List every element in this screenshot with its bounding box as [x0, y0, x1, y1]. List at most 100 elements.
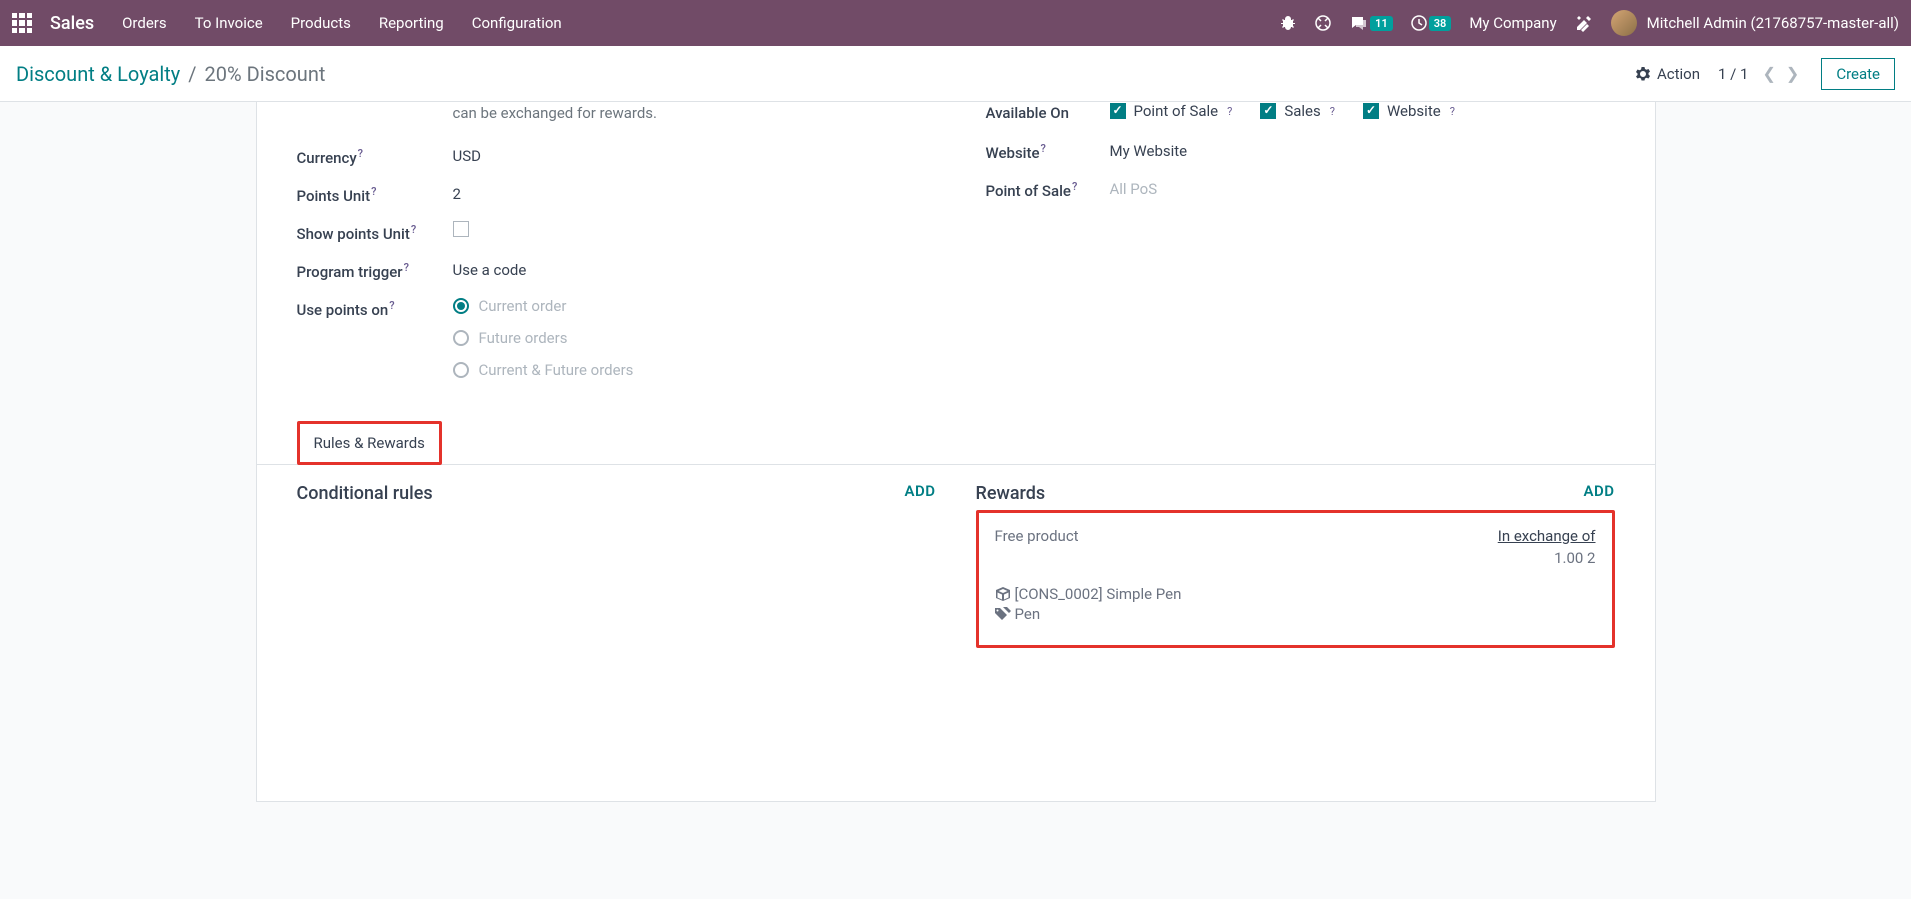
radio-future-orders[interactable]: Future orders	[453, 329, 634, 347]
field-website: Website? My Website	[986, 140, 1615, 164]
radio-label: Current & Future orders	[479, 361, 634, 379]
sales-checkbox-label: Sales	[1284, 102, 1320, 120]
use-points-on-radios: Current order Future orders Current & Fu…	[453, 297, 634, 379]
tab-rules-rewards[interactable]: Rules & Rewards	[297, 421, 442, 465]
help-icon[interactable]: ?	[1450, 105, 1455, 118]
help-icon[interactable]: ?	[1041, 142, 1046, 155]
field-pos: Point of Sale? All PoS	[986, 178, 1615, 202]
create-button[interactable]: Create	[1821, 58, 1895, 90]
user-menu[interactable]: Mitchell Admin (21768757-master-all)	[1647, 14, 1899, 32]
messages-badge: 11	[1370, 16, 1393, 31]
radio-current-order[interactable]: Current order	[453, 297, 634, 315]
pos-checkbox[interactable]	[1110, 103, 1126, 119]
action-dropdown[interactable]: Action	[1635, 65, 1700, 83]
currency-label: Currency	[297, 149, 357, 167]
avatar[interactable]	[1611, 10, 1637, 36]
tools-icon[interactable]	[1575, 14, 1593, 32]
breadcrumb-root[interactable]: Discount & Loyalty	[16, 62, 180, 86]
help-icon[interactable]: ?	[404, 261, 409, 274]
website-checkbox[interactable]	[1363, 103, 1379, 119]
help-icon[interactable]: ?	[411, 223, 416, 236]
app-name[interactable]: Sales	[50, 13, 94, 34]
nav-products[interactable]: Products	[291, 14, 351, 32]
exchange-label: In exchange of	[1498, 527, 1596, 545]
help-icon[interactable]: ?	[1072, 180, 1077, 193]
help-icon[interactable]: ?	[1227, 105, 1232, 118]
conditional-rules-section: Conditional rules ADD	[297, 483, 936, 648]
tag-icon	[995, 607, 1011, 621]
use-points-on-label: Use points on	[297, 301, 389, 319]
box-icon	[995, 587, 1011, 601]
sales-checkbox[interactable]	[1260, 103, 1276, 119]
help-icon[interactable]: ?	[389, 299, 394, 312]
left-column: can be exchanged for rewards. Currency? …	[297, 102, 926, 393]
radio-current-future-orders[interactable]: Current & Future orders	[453, 361, 634, 379]
field-currency: Currency? USD	[297, 145, 926, 169]
points-unit-label: Points Unit	[297, 187, 371, 205]
website-value[interactable]: My Website	[1110, 140, 1188, 160]
nav-configuration[interactable]: Configuration	[472, 14, 562, 32]
radio-icon	[453, 298, 469, 314]
pos-checkbox-label: Point of Sale	[1134, 102, 1219, 120]
topbar-right: 11 38 My Company Mitchell Admin (2176875…	[1280, 10, 1899, 36]
exchange-value: 1.00 2	[1498, 549, 1596, 567]
points-unit-value[interactable]: 2	[453, 183, 461, 203]
pager-prev[interactable]: ❮	[1759, 62, 1780, 85]
field-available-on: Available On Point of Sale? Sales?	[986, 102, 1615, 126]
program-trigger-label: Program trigger	[297, 263, 403, 281]
activities-icon[interactable]: 38	[1411, 15, 1452, 31]
reward-product: [CONS_0002] Simple Pen	[995, 585, 1596, 603]
action-label: Action	[1657, 65, 1700, 83]
pos-value[interactable]: All PoS	[1110, 178, 1158, 198]
help-icon[interactable]: ?	[1330, 105, 1335, 118]
field-program-trigger: Program trigger? Use a code	[297, 259, 926, 283]
support-icon[interactable]	[1314, 14, 1332, 32]
apps-icon[interactable]	[12, 13, 32, 33]
breadcrumb-current: 20% Discount	[205, 62, 326, 86]
add-reward-button[interactable]: ADD	[1583, 482, 1614, 500]
radio-label: Current order	[479, 297, 567, 315]
available-on-label: Available On	[986, 104, 1069, 122]
reward-tag-name: Pen	[1015, 605, 1041, 623]
viewport[interactable]: can be exchanged for rewards. Currency? …	[0, 102, 1911, 899]
reward-product-name: [CONS_0002] Simple Pen	[1015, 585, 1182, 603]
help-icon[interactable]: ?	[358, 147, 363, 160]
rewards-section: Rewards ADD Free product In exchange of …	[976, 483, 1615, 648]
company-switcher[interactable]: My Company	[1469, 14, 1556, 32]
nav-to-invoice[interactable]: To Invoice	[195, 14, 263, 32]
website-label: Website	[986, 144, 1040, 162]
breadcrumb: Discount & Loyalty / 20% Discount	[16, 62, 325, 86]
pos-label: Point of Sale	[986, 182, 1071, 200]
activities-badge: 38	[1429, 16, 1452, 31]
show-points-unit-checkbox[interactable]	[453, 221, 469, 237]
actionbar-right: Action 1 / 1 ❮ ❯ Create	[1635, 58, 1895, 90]
form-sheet: can be exchanged for rewards. Currency? …	[256, 102, 1656, 802]
field-show-points-unit: Show points Unit?	[297, 221, 926, 245]
help-icon[interactable]: ?	[371, 185, 376, 198]
right-column: Available On Point of Sale? Sales?	[986, 102, 1615, 393]
actionbar: Discount & Loyalty / 20% Discount Action…	[0, 46, 1911, 102]
radio-icon	[453, 330, 469, 346]
nav-reporting[interactable]: Reporting	[379, 14, 444, 32]
nav-menu: Orders To Invoice Products Reporting Con…	[122, 14, 562, 32]
radio-icon	[453, 362, 469, 378]
add-rule-button[interactable]: ADD	[904, 482, 935, 500]
pager-next[interactable]: ❯	[1782, 62, 1803, 85]
gear-icon	[1635, 66, 1651, 82]
topbar: Sales Orders To Invoice Products Reporti…	[0, 0, 1911, 46]
nav-orders[interactable]: Orders	[122, 14, 167, 32]
messages-icon[interactable]: 11	[1350, 14, 1393, 32]
radio-label: Future orders	[479, 329, 568, 347]
bug-icon[interactable]	[1280, 15, 1296, 31]
website-checkbox-label: Website	[1387, 102, 1441, 120]
reward-card[interactable]: Free product In exchange of 1.00 2 [CONS…	[976, 510, 1615, 648]
reward-type: Free product	[995, 527, 1079, 545]
program-description: can be exchanged for rewards.	[453, 102, 926, 125]
field-points-unit: Points Unit? 2	[297, 183, 926, 207]
program-trigger-value[interactable]: Use a code	[453, 259, 527, 279]
breadcrumb-sep: /	[188, 62, 196, 86]
currency-value[interactable]: USD	[453, 145, 481, 165]
tabs: Rules & Rewards	[297, 421, 1615, 465]
field-use-points-on: Use points on? Current order Future orde…	[297, 297, 926, 379]
show-points-unit-label: Show points Unit	[297, 225, 410, 243]
